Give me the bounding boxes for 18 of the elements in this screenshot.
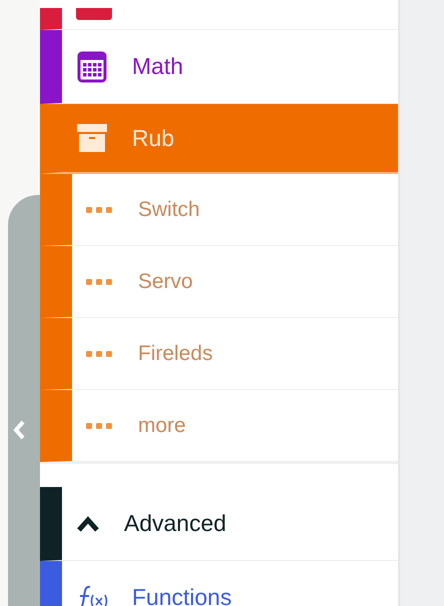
subcategory-label: Switch xyxy=(138,198,200,222)
calculator-icon xyxy=(76,50,108,84)
flyout-handle[interactable] xyxy=(8,195,40,606)
subcategory-label: more xyxy=(138,414,186,438)
category-item[interactable]: Rub xyxy=(40,104,398,174)
collapse-icon[interactable] xyxy=(12,419,26,441)
subcategory-label: Servo xyxy=(138,270,193,294)
dots-icon xyxy=(86,278,112,286)
dots-icon xyxy=(86,350,112,358)
category-label: Functions xyxy=(132,584,232,606)
subcategory-label: Fireleds xyxy=(138,342,213,366)
block-icon xyxy=(76,8,112,20)
box-icon xyxy=(76,123,108,153)
category-label: Math xyxy=(132,53,184,80)
dots-icon xyxy=(86,422,112,430)
category-label: Rub xyxy=(132,124,174,152)
dots-icon xyxy=(86,206,112,214)
category-label: Advanced xyxy=(124,510,226,537)
